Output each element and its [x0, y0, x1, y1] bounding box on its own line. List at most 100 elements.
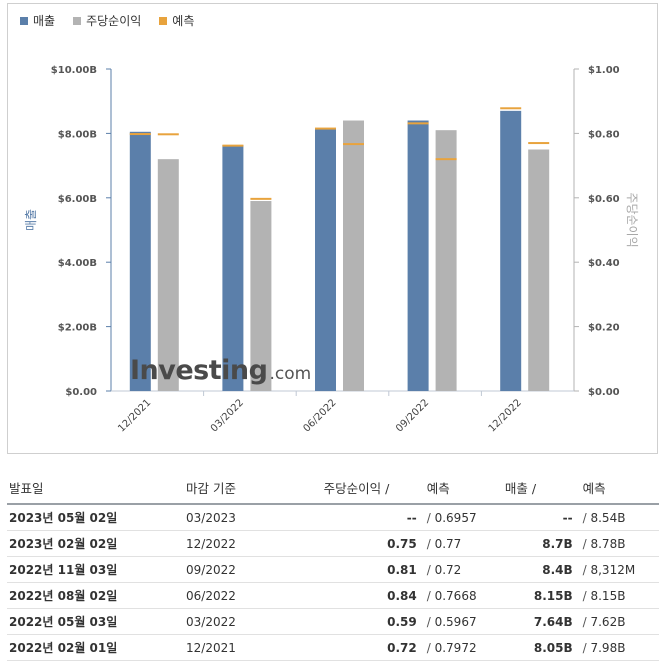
table-row: 2023년 02월 02일 12/2022 0.75/ 0.77 8.7B/ 8.78…	[7, 530, 659, 557]
right-tick-label: $0.40	[588, 258, 620, 269]
header-period[interactable]: 마감 기준	[184, 474, 322, 505]
table-body: 2023년 05월 02일 03/2023 --/ 0.6957 --/ 8.54B 2…	[7, 504, 659, 661]
row-revenue-forecast: / 7.98B	[574, 634, 659, 661]
row-date: 2022년 05월 03일	[7, 608, 185, 635]
eps-forecast-marker	[157, 133, 179, 136]
row-eps-forecast-value: 0.7668	[434, 588, 477, 603]
row-period: 12/2021	[184, 634, 322, 661]
row-period: 03/2022	[184, 608, 322, 635]
right-tick-label: $0.80	[588, 129, 620, 140]
table-header-row: 발표일 마감 기준 주당순이익 / 예측 매출 / 예측	[7, 474, 659, 505]
row-eps: --	[321, 504, 419, 531]
row-eps-forecast-value: 0.6957	[434, 510, 477, 525]
table-row: 2022년 11월 03일 09/2022 0.81/ 0.72 8.4B/ 8,31…	[7, 556, 659, 583]
header-date[interactable]: 발표일	[7, 474, 185, 505]
row-revenue: 8.4B	[502, 556, 575, 583]
table-row: 2022년 02월 01일 12/2021 0.72/ 0.7972 8.05B/ 7…	[7, 634, 659, 661]
revenue-bar	[407, 120, 429, 392]
left-tick-label: $6.00B	[58, 194, 97, 205]
row-eps: 0.81	[321, 556, 419, 583]
row-eps: 0.75	[321, 530, 419, 557]
category-label: 12/2021	[116, 397, 153, 434]
revenue-forecast-marker	[315, 127, 336, 130]
row-eps: 0.84	[321, 582, 419, 609]
revenue-forecast-marker	[222, 144, 244, 147]
header-eps[interactable]: 주당순이익 /	[321, 474, 419, 505]
row-eps-forecast-value: 0.7972	[434, 640, 477, 655]
row-revenue: 8.05B	[502, 634, 575, 661]
eps-forecast-marker	[250, 197, 272, 200]
row-revenue-forecast: / 8.54B	[574, 504, 659, 531]
eps-bar	[343, 120, 364, 392]
right-axis-title: 주당순이익	[625, 192, 639, 247]
earnings-chart: 매출 주당순이익 예측 $0.00 $2.00B $4.00B $6.00B $8.00…	[7, 3, 658, 454]
slash-separator: /	[426, 536, 435, 551]
row-eps-forecast: / 0.72	[418, 556, 503, 583]
row-revenue-forecast-value: 8.15B	[590, 588, 626, 603]
slash-separator: /	[426, 588, 435, 603]
row-revenue-forecast-value: 8,312M	[590, 562, 636, 577]
eps-bar	[435, 130, 457, 391]
row-eps-forecast-value: 0.5967	[434, 614, 477, 629]
row-period: 06/2022	[184, 582, 322, 609]
left-tick-label: $4.00B	[58, 258, 97, 269]
row-revenue-forecast: / 7.62B	[574, 608, 659, 635]
table-row: 2022년 08월 02일 06/2022 0.84/ 0.7668 8.15B/ 8…	[7, 582, 659, 609]
row-eps: 0.72	[321, 634, 419, 661]
row-date: 2022년 08월 02일	[7, 582, 185, 609]
row-revenue: --	[502, 504, 575, 531]
table-row: 2022년 05월 03일 03/2022 0.59/ 0.5967 7.64B/ 7…	[7, 608, 659, 635]
row-revenue-forecast: / 8.78B	[574, 530, 659, 557]
row-date: 2023년 05월 02일	[7, 504, 185, 531]
row-revenue-forecast-value: 8.54B	[590, 510, 626, 525]
right-tick-label: $0.60	[588, 194, 620, 205]
row-eps: 0.59	[321, 608, 419, 635]
row-period: 09/2022	[184, 556, 322, 583]
row-revenue-forecast-value: 7.62B	[590, 614, 626, 629]
row-revenue-forecast-value: 8.78B	[590, 536, 626, 551]
row-period: 03/2023	[184, 504, 322, 531]
eps-bar	[250, 201, 272, 391]
right-tick-label: $1.00	[588, 65, 620, 76]
category-label: 09/2022	[394, 397, 431, 434]
row-date: 2022년 02월 01일	[7, 634, 185, 661]
row-eps-forecast-value: 0.77	[434, 536, 462, 551]
revenue-forecast-marker	[407, 122, 429, 125]
header-revenue[interactable]: 매출 /	[502, 474, 575, 505]
row-revenue: 8.7B	[502, 530, 575, 557]
row-date: 2023년 02월 02일	[7, 530, 185, 557]
row-eps-forecast: / 0.77	[418, 530, 503, 557]
row-eps-forecast: / 0.7972	[418, 634, 503, 661]
header-revenue-forecast[interactable]: 예측	[574, 474, 659, 505]
header-eps-forecast[interactable]: 예측	[418, 474, 503, 505]
category-label: 12/2022	[487, 397, 524, 434]
earnings-table: 발표일 마감 기준 주당순이익 / 예측 매출 / 예측 2023년 05월 0…	[7, 474, 659, 661]
row-revenue-forecast-value: 7.98B	[590, 640, 626, 655]
left-tick-label: $10.00B	[51, 65, 97, 76]
row-period: 12/2022	[184, 530, 322, 557]
revenue-forecast-marker	[500, 107, 522, 110]
slash-separator: /	[426, 640, 435, 655]
eps-forecast-marker	[528, 142, 550, 145]
eps-bar	[157, 159, 179, 391]
row-revenue: 8.15B	[502, 582, 575, 609]
chart-plot: $0.00 $2.00B $4.00B $6.00B $8.00B $10.00B $0.0…	[24, 65, 639, 434]
category-label: 03/2022	[209, 397, 246, 434]
slash-separator: /	[426, 510, 435, 525]
row-revenue-forecast: / 8,312M	[574, 556, 659, 583]
row-date: 2022년 11월 03일	[7, 556, 185, 583]
revenue-bar	[500, 110, 522, 392]
left-tick-label: $2.00B	[58, 323, 97, 334]
left-tick-label: $8.00B	[58, 129, 97, 140]
revenue-bar	[222, 144, 244, 391]
eps-forecast-marker	[343, 143, 364, 146]
right-tick-label: $0.20	[588, 323, 620, 334]
revenue-bar	[129, 131, 151, 391]
row-revenue-forecast: / 8.15B	[574, 582, 659, 609]
eps-bar	[528, 149, 550, 391]
row-revenue: 7.64B	[502, 608, 575, 635]
row-eps-forecast: / 0.7668	[418, 582, 503, 609]
table-row: 2023년 05월 02일 03/2023 --/ 0.6957 --/ 8.54B	[7, 504, 659, 531]
slash-separator: /	[426, 562, 435, 577]
row-eps-forecast: / 0.6957	[418, 504, 503, 531]
